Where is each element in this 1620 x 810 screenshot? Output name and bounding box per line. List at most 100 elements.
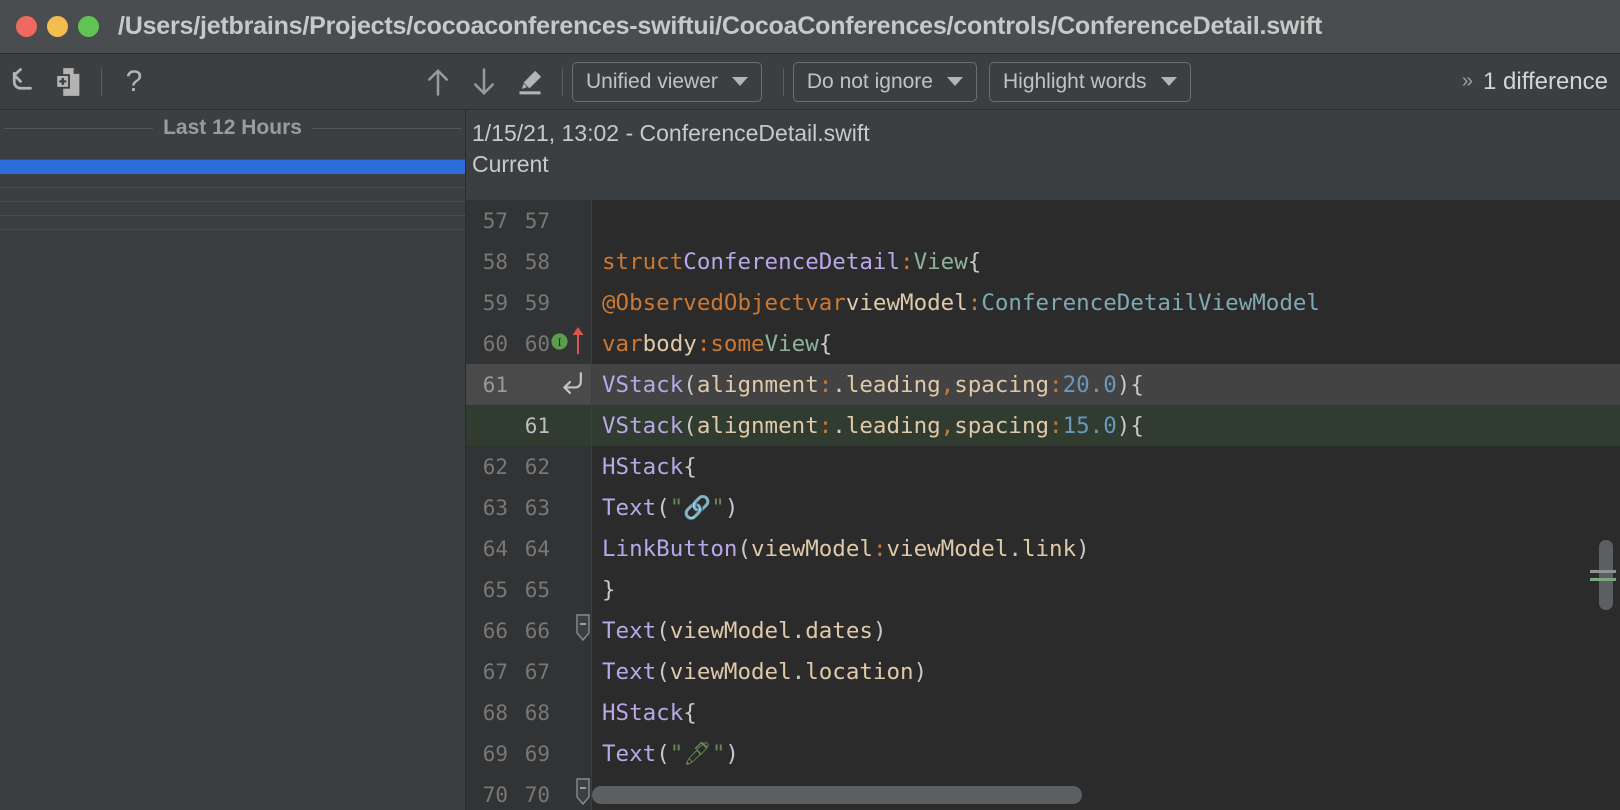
code-line[interactable]: VStack(alignment: .leading, spacing: 20.… xyxy=(592,364,1620,405)
chevron-down-icon xyxy=(732,77,748,86)
code-line[interactable]: struct ConferenceDetail: View { xyxy=(592,241,1620,282)
revert-change-icon[interactable] xyxy=(557,370,585,399)
new-line-number: 66 xyxy=(508,619,550,643)
code-fold-icon[interactable] xyxy=(573,613,593,648)
code-line[interactable]: Text(viewModel.location) xyxy=(592,651,1620,692)
highlight-mode-label: Highlight words xyxy=(1003,70,1147,94)
history-item[interactable] xyxy=(0,174,465,188)
diff-header: 1/15/21, 13:02 - ConferenceDetail.swift … xyxy=(466,110,1620,184)
gutter-line[interactable]: 5858 xyxy=(466,241,591,282)
new-line-number: 57 xyxy=(508,209,550,233)
gutter-line[interactable]: 6767 xyxy=(466,651,591,692)
edit-source-button[interactable] xyxy=(507,61,553,103)
next-difference-button[interactable] xyxy=(461,61,507,103)
new-line-number: 60 xyxy=(508,332,550,356)
gutter-line[interactable]: 6060I xyxy=(466,323,591,364)
diff-marker-removed xyxy=(1590,570,1616,573)
code-line[interactable]: Text("🔗") xyxy=(592,487,1620,528)
gutter-markers xyxy=(550,370,585,399)
vertical-scrollbar-thumb[interactable] xyxy=(1599,540,1613,610)
previous-difference-button[interactable] xyxy=(415,61,461,103)
file-plus-icon xyxy=(55,67,83,97)
code-line[interactable]: } xyxy=(592,569,1620,610)
gutter-line[interactable]: 6464 xyxy=(466,528,591,569)
old-line-number: 68 xyxy=(466,701,508,725)
new-line-number: 67 xyxy=(508,660,550,684)
viewer-mode-label: Unified viewer xyxy=(586,70,718,94)
history-item[interactable] xyxy=(0,188,465,202)
revert-button[interactable] xyxy=(0,61,46,103)
code-line[interactable]: Text("🖊") xyxy=(592,733,1620,774)
create-patch-button[interactable] xyxy=(46,61,92,103)
new-line-number: 65 xyxy=(508,578,550,602)
ignore-mode-dropdown[interactable]: Do not ignore xyxy=(793,62,977,102)
zoom-window-button[interactable] xyxy=(78,16,99,37)
code-line[interactable]: HStack { xyxy=(592,446,1620,487)
diff-current-label: Current xyxy=(472,149,1620,180)
inspection-badge-icon[interactable]: I xyxy=(550,332,569,356)
chevron-down-icon xyxy=(1161,77,1177,86)
old-line-number: 70 xyxy=(466,783,508,807)
horizontal-scrollbar[interactable] xyxy=(592,786,1592,804)
arrow-up-icon xyxy=(426,67,450,97)
code-line[interactable]: LinkButton(viewModel: viewModel.link) xyxy=(592,528,1620,569)
gutter-line[interactable]: 6868 xyxy=(466,692,591,733)
highlight-mode-dropdown[interactable]: Highlight words xyxy=(989,62,1191,102)
horizontal-scrollbar-thumb[interactable] xyxy=(592,786,1082,804)
code-area[interactable]: struct ConferenceDetail: View { @Observe… xyxy=(592,200,1620,810)
code-line[interactable]: VStack(alignment: .leading, spacing: 15.… xyxy=(592,405,1620,446)
gutter-markers: I xyxy=(550,326,585,361)
gutter-line[interactable]: 7070 xyxy=(466,774,591,810)
gutter-line[interactable]: 6666 xyxy=(466,610,591,651)
close-window-button[interactable] xyxy=(16,16,37,37)
pencil-icon xyxy=(516,68,544,96)
code-line[interactable] xyxy=(592,200,1620,241)
toolbar-overflow-button[interactable]: » xyxy=(1452,70,1483,93)
toolbar-left-group: ? xyxy=(0,61,157,103)
history-list xyxy=(0,146,465,230)
gutter-line[interactable]: 6363 xyxy=(466,487,591,528)
history-item[interactable] xyxy=(0,160,465,174)
traffic-lights xyxy=(16,16,99,37)
new-line-number: 69 xyxy=(508,742,550,766)
gutter-line[interactable]: 6262 xyxy=(466,446,591,487)
code-fold-icon[interactable] xyxy=(573,777,593,810)
gutter-line[interactable]: 61 xyxy=(466,405,591,446)
history-item[interactable] xyxy=(0,202,465,216)
vertical-scrollbar[interactable] xyxy=(1596,200,1616,810)
old-line-number: 61 xyxy=(466,373,508,397)
new-line-number: 68 xyxy=(508,701,550,725)
minimize-window-button[interactable] xyxy=(47,16,68,37)
old-line-number: 67 xyxy=(466,660,508,684)
divider-left xyxy=(4,128,153,129)
diff-editor: 5757585859596060I61616262636364646565666… xyxy=(466,200,1620,810)
history-group-title: Last 12 Hours xyxy=(163,116,302,140)
gutter-line[interactable]: 5757 xyxy=(466,200,591,241)
history-group-header: Last 12 Hours xyxy=(0,110,465,146)
new-line-number: 70 xyxy=(508,783,550,807)
help-button[interactable]: ? xyxy=(111,61,157,103)
chevron-down-icon xyxy=(947,77,963,86)
gutter-line[interactable]: 6969 xyxy=(466,733,591,774)
gutter-line[interactable]: 61 xyxy=(466,364,591,405)
new-line-number: 58 xyxy=(508,250,550,274)
arrow-up-red-icon[interactable] xyxy=(571,326,585,361)
diff-marker-added xyxy=(1590,578,1616,581)
gutter-line[interactable]: 5959 xyxy=(466,282,591,323)
line-number-gutter[interactable]: 5757585859596060I61616262636364646565666… xyxy=(466,200,592,810)
code-line[interactable]: var body: some View { xyxy=(592,323,1620,364)
svg-text:I: I xyxy=(557,336,561,348)
code-line[interactable]: @ObservedObject var viewModel: Conferenc… xyxy=(592,282,1620,323)
old-line-number: 66 xyxy=(466,619,508,643)
revert-icon xyxy=(8,67,38,97)
code-line[interactable]: Text(viewModel.dates) xyxy=(592,610,1620,651)
history-item[interactable] xyxy=(0,216,465,230)
toolbar-separator-2 xyxy=(562,68,563,96)
new-line-number: 62 xyxy=(508,455,550,479)
viewer-mode-dropdown[interactable]: Unified viewer xyxy=(572,62,762,102)
code-line[interactable]: HStack { xyxy=(592,692,1620,733)
history-panel: Last 12 Hours xyxy=(0,110,466,810)
gutter-line[interactable]: 6565 xyxy=(466,569,591,610)
history-item[interactable] xyxy=(0,146,465,160)
diff-toolbar: ? Unified viewer Do not ignore xyxy=(0,54,1620,110)
